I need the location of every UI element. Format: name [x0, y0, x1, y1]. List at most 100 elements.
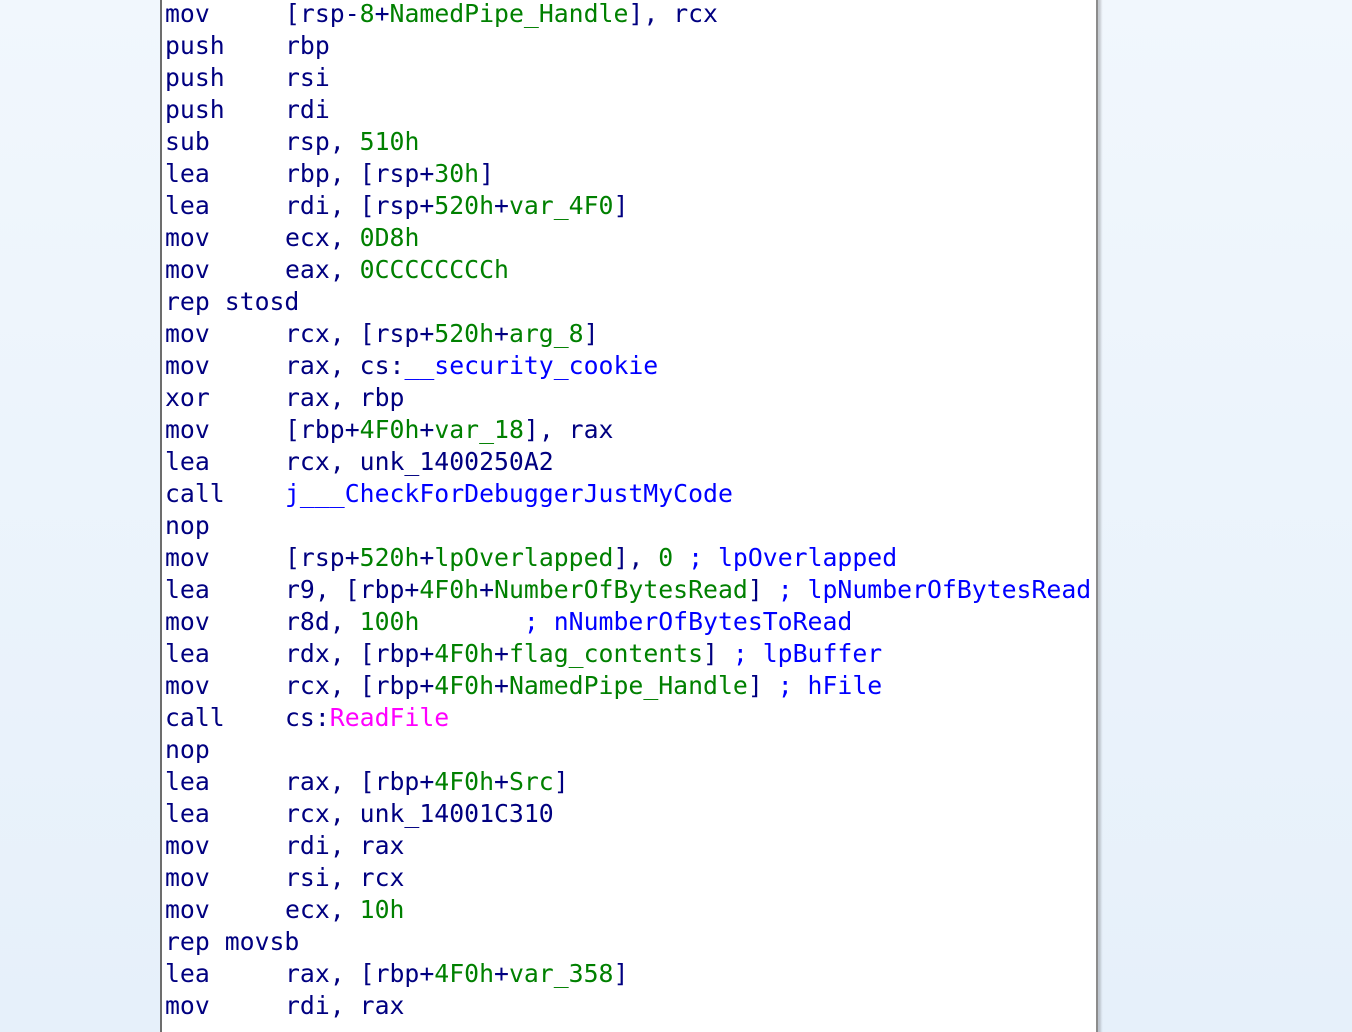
- instruction-line[interactable]: lea rdx, [rbp+4F0h+flag_contents] ; lpBuf…: [165, 638, 1091, 670]
- immediate-value: 8: [359, 0, 375, 28]
- operand-text: rcx, unk_1400250A2: [285, 447, 554, 476]
- instruction-line[interactable]: mov rax, cs:__security_cookie: [165, 350, 1091, 382]
- operand-text: r8d,: [285, 607, 360, 636]
- stack-variable[interactable]: var_358: [509, 959, 614, 988]
- stack-variable[interactable]: var_4F0: [509, 191, 614, 220]
- instruction-mnemonic: mov: [165, 319, 210, 348]
- operand-text: rdi, rax: [285, 831, 405, 860]
- instruction-mnemonic: lea: [165, 575, 210, 604]
- operand-text: +: [419, 543, 435, 572]
- instruction-line[interactable]: lea rbp, [rsp+30h]: [165, 158, 1091, 190]
- operand-text: ecx,: [285, 895, 360, 924]
- operand-text: r9, [rbp+: [285, 575, 420, 604]
- immediate-value: 520h: [359, 543, 420, 572]
- instruction-line[interactable]: call j___CheckForDebuggerJustMyCode: [165, 478, 1091, 510]
- instruction-mnemonic: lea: [165, 159, 210, 188]
- instruction-line[interactable]: push rsi: [165, 62, 1091, 94]
- operand-text: [rbp+: [285, 415, 360, 444]
- instruction-line[interactable]: lea rax, [rbp+4F0h+Src]: [165, 766, 1091, 798]
- instruction-line[interactable]: nop: [165, 734, 1091, 766]
- instruction-line[interactable]: mov rdi, rax: [165, 830, 1091, 862]
- operand-text: rcx, unk_14001C310: [285, 799, 554, 828]
- stack-variable[interactable]: NamedPipe_Handle: [509, 671, 748, 700]
- operand-text: +: [374, 0, 390, 28]
- code-reference[interactable]: __security_cookie: [404, 351, 658, 380]
- instruction-mnemonic: xor: [165, 383, 210, 412]
- instruction-mnemonic: lea: [165, 959, 210, 988]
- stack-variable[interactable]: NumberOfBytesRead: [494, 575, 748, 604]
- immediate-value: 510h: [359, 127, 420, 156]
- stack-variable[interactable]: Src: [509, 767, 554, 796]
- instruction-line[interactable]: lea rcx, unk_14001C310: [165, 798, 1091, 830]
- instruction-mnemonic: mov: [165, 223, 210, 252]
- immediate-value: 4F0h: [434, 959, 495, 988]
- immediate-value: 0CCCCCCCCh: [359, 255, 509, 284]
- operand-text: rsi, rcx: [285, 863, 405, 892]
- instruction-line[interactable]: mov rsi, rcx: [165, 862, 1091, 894]
- stack-variable[interactable]: var_18: [434, 415, 524, 444]
- instruction-line[interactable]: mov ecx, 0D8h: [165, 222, 1091, 254]
- instruction-mnemonic: mov: [165, 351, 210, 380]
- instruction-line[interactable]: call cs:ReadFile: [165, 702, 1091, 734]
- operand-text: ]: [553, 767, 569, 796]
- stack-variable[interactable]: arg_8: [509, 319, 584, 348]
- operand-text: ], rcx: [628, 0, 718, 28]
- operand-text: rdi, rax: [285, 991, 405, 1020]
- instruction-line[interactable]: mov rdi, rax: [165, 990, 1091, 1022]
- operand-text: rdi, [rsp+: [285, 191, 435, 220]
- instruction-list: mov [rsp-8+NamedPipe_Handle], rcx push rbp p…: [165, 0, 1091, 1022]
- instruction-line[interactable]: lea rax, [rbp+4F0h+var_358]: [165, 958, 1091, 990]
- instruction-line[interactable]: rep stosd: [165, 286, 1091, 318]
- instruction-mnemonic: mov: [165, 895, 210, 924]
- operand-text: ]: [747, 671, 778, 700]
- instruction-mnemonic: nop: [165, 735, 210, 764]
- instruction-line[interactable]: mov [rsp+520h+lpOverlapped], 0 ; lpOverla…: [165, 542, 1091, 574]
- stack-variable[interactable]: lpOverlapped: [434, 543, 613, 572]
- operand-text: rbp, [rsp+: [285, 159, 435, 188]
- operand-text: ]: [583, 319, 599, 348]
- instruction-line[interactable]: push rdi: [165, 94, 1091, 126]
- operand-text: ecx,: [285, 223, 360, 252]
- instruction-line[interactable]: lea rdi, [rsp+520h+var_4F0]: [165, 190, 1091, 222]
- operand-text: [419, 607, 524, 636]
- instruction-mnemonic: mov: [165, 255, 210, 284]
- instruction-line[interactable]: mov rcx, [rsp+520h+arg_8]: [165, 318, 1091, 350]
- immediate-value: 520h: [434, 191, 495, 220]
- immediate-value: 4F0h: [419, 575, 480, 604]
- instruction-mnemonic: lea: [165, 191, 210, 220]
- stack-variable[interactable]: flag_contents: [509, 639, 703, 668]
- operand-text: rax, rbp: [285, 383, 405, 412]
- instruction-line[interactable]: mov eax, 0CCCCCCCCh: [165, 254, 1091, 286]
- operand-text: ],: [613, 543, 659, 572]
- instruction-line[interactable]: push rbp: [165, 30, 1091, 62]
- instruction-line[interactable]: mov [rsp-8+NamedPipe_Handle], rcx: [165, 0, 1091, 30]
- operand-text: rax, cs:: [285, 351, 405, 380]
- instruction-mnemonic: rep movsb: [165, 927, 300, 956]
- instruction-line[interactable]: mov [rbp+4F0h+var_18], rax: [165, 414, 1091, 446]
- instruction-line[interactable]: xor rax, rbp: [165, 382, 1091, 414]
- operand-text: cs:: [285, 703, 330, 732]
- operand-text: rcx, [rbp+: [285, 671, 435, 700]
- instruction-line[interactable]: nop: [165, 510, 1091, 542]
- instruction-mnemonic: mov: [165, 991, 210, 1020]
- instruction-line[interactable]: mov rcx, [rbp+4F0h+NamedPipe_Handle] ; hF…: [165, 670, 1091, 702]
- operand-text: rdi: [285, 95, 330, 124]
- operand-text: [rsp+: [285, 543, 360, 572]
- instruction-line[interactable]: mov ecx, 10h: [165, 894, 1091, 926]
- instruction-mnemonic: mov: [165, 0, 210, 28]
- import-reference[interactable]: ReadFile: [330, 703, 449, 732]
- disassembly-graph-view: mov [rsp-8+NamedPipe_Handle], rcx push rbp p…: [0, 0, 1352, 1032]
- instruction-mnemonic: mov: [165, 543, 210, 572]
- instruction-mnemonic: mov: [165, 671, 210, 700]
- instruction-line[interactable]: sub rsp, 510h: [165, 126, 1091, 158]
- code-reference[interactable]: j___CheckForDebuggerJustMyCode: [285, 479, 733, 508]
- instruction-line[interactable]: mov r8d, 100h ; nNumberOfBytesToRead: [165, 606, 1091, 638]
- code-block-node[interactable]: mov [rsp-8+NamedPipe_Handle], rcx push rbp p…: [160, 0, 1098, 1032]
- instruction-line[interactable]: rep movsb: [165, 926, 1091, 958]
- instruction-mnemonic: nop: [165, 511, 210, 540]
- operand-text: eax,: [285, 255, 360, 284]
- instruction-line[interactable]: lea rcx, unk_1400250A2: [165, 446, 1091, 478]
- instruction-mnemonic: mov: [165, 415, 210, 444]
- instruction-line[interactable]: lea r9, [rbp+4F0h+NumberOfBytesRead] ; lp…: [165, 574, 1091, 606]
- stack-variable[interactable]: NamedPipe_Handle: [390, 0, 629, 28]
